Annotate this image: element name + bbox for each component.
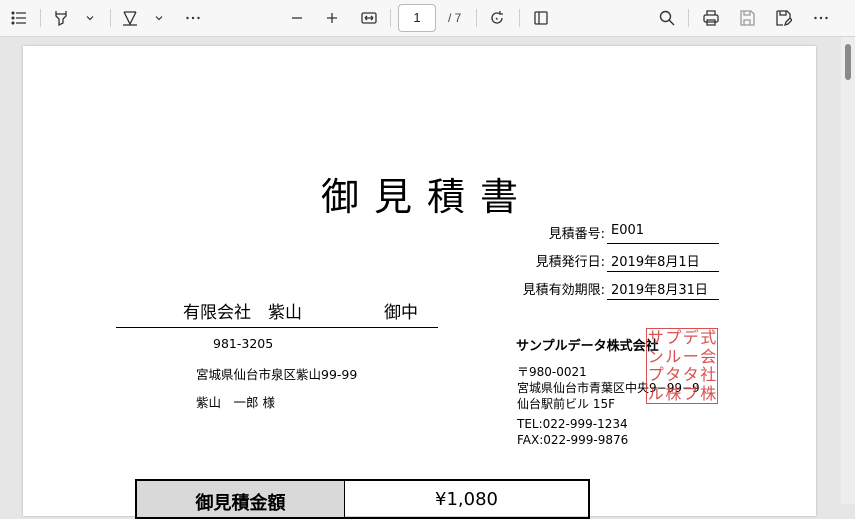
page-number-input[interactable]: 1 xyxy=(398,4,436,32)
issuer-fax: FAX:022-999-9876 xyxy=(517,433,629,447)
recipient-address: 宮城県仙台市泉区紫山99-99 xyxy=(196,367,358,382)
recipient-postal: 981-3205 xyxy=(213,336,274,351)
save-as-icon[interactable] xyxy=(772,7,794,29)
vertical-scrollbar[interactable] xyxy=(841,37,855,504)
issuer-postal: 〒980-0021 xyxy=(517,365,587,379)
draw-icon[interactable] xyxy=(119,7,141,29)
more-options-icon[interactable] xyxy=(810,7,832,29)
expiry-date-value: 2019年8月31日 xyxy=(611,283,708,298)
divider xyxy=(607,243,719,244)
document-title: 御見積書 xyxy=(321,175,534,219)
pdf-toolbar: 1 / 7 xyxy=(0,0,855,37)
scrollbar-thumb[interactable] xyxy=(845,44,851,80)
page-view-icon[interactable] xyxy=(530,7,552,29)
save-icon[interactable] xyxy=(736,7,758,29)
estimate-amount-table: 御見積金額 ¥1,080 xyxy=(135,479,590,519)
search-icon[interactable] xyxy=(656,7,678,29)
zoom-in-icon[interactable] xyxy=(321,7,343,29)
more-tools-icon[interactable] xyxy=(182,7,204,29)
issuer-tel: TEL:022-999-1234 xyxy=(517,417,628,431)
recipient-name: 有限会社 紫山 xyxy=(183,303,302,323)
recipient-honorific: 御中 xyxy=(384,303,418,323)
divider xyxy=(116,327,438,328)
chevron-down-icon[interactable] xyxy=(79,7,101,29)
expiry-date-label: 見積有効期限: xyxy=(522,283,605,298)
issuer-company: サンプルデータ株式会社 xyxy=(516,339,659,354)
divider xyxy=(607,299,719,300)
page-total: / 7 xyxy=(448,11,462,25)
issue-date-value: 2019年8月1日 xyxy=(611,255,700,270)
zoom-out-icon[interactable] xyxy=(286,7,308,29)
chevron-down-icon[interactable] xyxy=(148,7,170,29)
fit-width-icon[interactable] xyxy=(358,7,380,29)
pdf-page: 御見積書 見積番号: E001 見積発行日: 2019年8月1日 見積有効期限:… xyxy=(23,46,816,519)
highlight-icon[interactable] xyxy=(50,7,72,29)
amount-value: ¥1,080 xyxy=(435,489,498,510)
amount-label: 御見積金額 xyxy=(137,481,345,517)
issuer-address-2: 仙台駅前ビル 15F xyxy=(517,397,615,411)
contents-list-icon[interactable] xyxy=(8,7,30,29)
estimate-number-label: 見積番号: xyxy=(548,227,605,242)
recipient-person: 紫山 一郎 様 xyxy=(196,395,275,410)
issue-date-label: 見積発行日: xyxy=(535,255,605,270)
company-seal: サプデ式 ンルー会 プタタ社 ル株ブ株 xyxy=(646,328,718,404)
divider xyxy=(607,271,719,272)
estimate-number-value: E001 xyxy=(611,223,645,238)
print-icon[interactable] xyxy=(700,7,722,29)
rotate-icon[interactable] xyxy=(486,7,508,29)
